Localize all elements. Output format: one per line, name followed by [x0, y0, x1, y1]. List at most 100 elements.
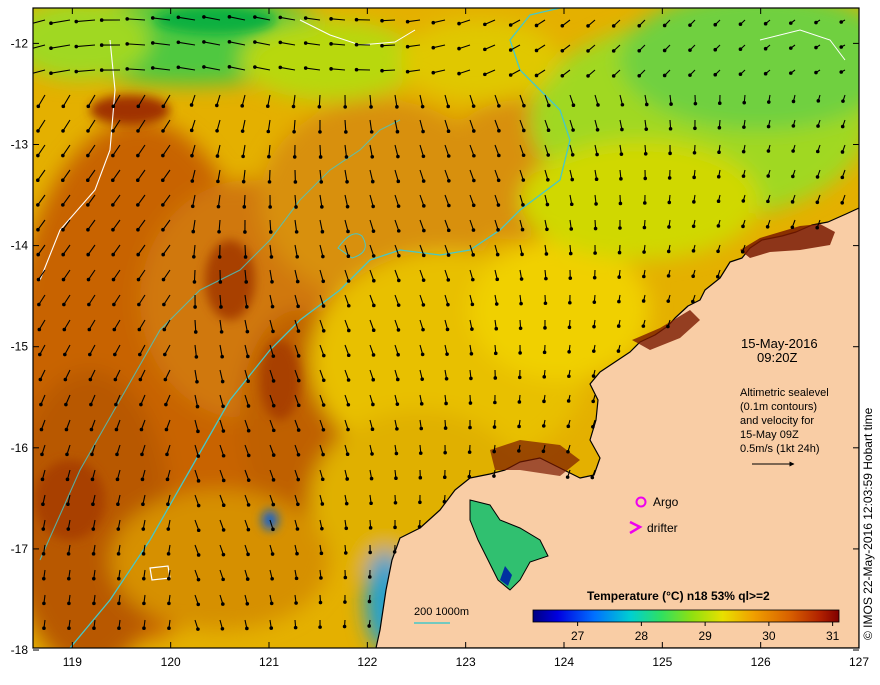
velocity-arrow-head-250 — [521, 203, 525, 207]
velocity-arrow-head-509 — [297, 453, 301, 457]
velocity-arrow-head-550 — [247, 503, 251, 507]
velocity-arrow-head-278 — [397, 229, 401, 233]
velocity-arrow-head-383 — [113, 328, 117, 332]
velocity-arrow-head-241 — [294, 205, 298, 209]
velocity-arrow-head-118 — [522, 104, 526, 108]
velocity-arrow-head-242 — [320, 205, 324, 209]
velocity-arrow-head-344 — [520, 277, 524, 281]
velocity-arrow-head-325 — [37, 278, 41, 282]
velocity-arrow-head-562 — [116, 527, 120, 531]
velocity-arrow-head-492 — [444, 426, 448, 430]
velocity-arrow-head-132 — [36, 129, 40, 133]
velocity-arrow-head-82 — [431, 71, 435, 75]
velocity-arrow-head-171 — [190, 154, 194, 158]
velocity-arrow-head-566 — [222, 528, 226, 532]
velocity-arrow-head-68 — [74, 70, 78, 74]
velocity-arrow-head-331 — [193, 280, 197, 284]
velocity-arrow-head-473 — [542, 400, 546, 404]
velocity-arrow-head-129 — [792, 100, 796, 104]
velocity-arrow-head-223 — [668, 176, 672, 180]
velocity-arrow-head-604 — [42, 602, 46, 606]
velocity-arrow-head-38 — [151, 41, 155, 45]
velocity-arrow-head-74 — [228, 65, 232, 69]
velocity-arrow-head-70 — [125, 67, 129, 71]
velocity-arrow-head-263 — [840, 201, 844, 205]
velocity-arrow-head-576 — [67, 552, 71, 556]
velocity-arrow-head-459 — [196, 405, 200, 409]
velocity-arrow-head-283 — [521, 228, 525, 232]
velocity-arrow-head-216 — [497, 178, 501, 182]
velocity-arrow-head-206 — [242, 180, 246, 184]
velocity-arrow-head-371 — [495, 302, 499, 306]
velocity-arrow-head-300 — [136, 253, 140, 257]
velocity-arrow-head-43 — [278, 41, 282, 45]
velocity-arrow-head-583 — [246, 553, 250, 557]
velocity-arrow-head-190 — [668, 152, 672, 156]
velocity-arrow-head-394 — [397, 328, 401, 332]
velocity-arrow-head-30 — [789, 21, 793, 25]
velocity-arrow-head-575 — [42, 552, 46, 556]
velocity-arrow-head-474 — [567, 399, 571, 403]
velocity-arrow-head-483 — [222, 429, 226, 433]
velocity-arrow-head-345 — [544, 277, 548, 281]
velocity-arrow-head-611 — [221, 602, 225, 606]
velocity-arrow-head-128 — [767, 100, 771, 104]
velocity-arrow-head-144 — [344, 130, 348, 134]
velocity-arrow-head-65 — [839, 45, 843, 49]
velocity-arrow-head-143 — [318, 130, 322, 134]
velocity-arrow-head-433 — [114, 378, 118, 382]
colorbar-tick-label-0: 27 — [571, 629, 585, 643]
velocity-arrow-head-210 — [345, 180, 349, 184]
velocity-arrow-head-277 — [372, 229, 376, 233]
velocity-arrow-head-547 — [166, 502, 170, 506]
velocity-arrow-head-46 — [355, 43, 359, 47]
velocity-arrow-head-276 — [346, 230, 350, 234]
velocity-arrow-head-134 — [86, 129, 90, 133]
velocity-arrow-head-365 — [347, 304, 351, 308]
velocity-arrow-head-2 — [74, 20, 78, 24]
velocity-arrow-head-340 — [422, 278, 426, 282]
velocity-arrow-head-201 — [111, 178, 115, 182]
velocity-arrow-head-489 — [371, 427, 375, 431]
velocity-arrow-head-354 — [62, 303, 66, 307]
velocity-arrow-head-0 — [24, 23, 28, 27]
y-tick-label-0: -12 — [11, 36, 29, 50]
velocity-arrow-head-385 — [163, 328, 167, 332]
velocity-arrow-head-563 — [141, 527, 145, 531]
velocity-arrow-head-61 — [739, 47, 743, 51]
velocity-arrow-head-226 — [742, 174, 746, 178]
velocity-arrow-head-392 — [347, 329, 351, 333]
velocity-arrow-head-76 — [278, 66, 282, 70]
velocity-info-line-0: Altimetric sealevel — [740, 387, 829, 399]
velocity-arrow-head-19 — [509, 23, 513, 27]
velocity-arrow-head-167 — [86, 154, 90, 158]
velocity-arrow-head-39 — [177, 40, 181, 44]
velocity-arrow-head-59 — [688, 48, 692, 52]
velocity-arrow-head-529 — [247, 478, 251, 482]
velocity-arrow-head-527 — [197, 479, 201, 483]
velocity-arrow-head-555 — [369, 501, 373, 505]
velocity-arrow-head-246 — [422, 204, 426, 208]
velocity-arrow-head-258 — [717, 199, 721, 203]
velocity-arrow-head-471 — [493, 401, 497, 405]
isobath-label: 200 1000m — [414, 606, 469, 618]
velocity-arrow-head-209 — [319, 180, 323, 184]
velocity-arrow-head-282 — [496, 228, 500, 232]
velocity-arrow-head-521 — [41, 478, 45, 482]
velocity-arrow-head-330 — [162, 278, 166, 282]
velocity-arrow-head-455 — [89, 403, 93, 407]
velocity-info-line-1: (0.1m contours) — [740, 401, 817, 413]
velocity-arrow-head-3 — [100, 18, 104, 22]
velocity-arrow-head-91 — [663, 74, 667, 78]
velocity-arrow-head-587 — [344, 551, 348, 555]
velocity-arrow-head-12 — [329, 17, 333, 21]
velocity-arrow-head-425 — [518, 351, 522, 355]
velocity-arrow-head-322 — [692, 249, 696, 253]
velocity-arrow-head-379 — [691, 300, 695, 304]
velocity-arrow-head-578 — [117, 552, 121, 556]
velocity-arrow-head-535 — [394, 476, 398, 480]
y-tick-label-3: -15 — [11, 340, 29, 354]
velocity-arrow-head-546 — [141, 502, 145, 506]
velocity-arrow-head-302 — [192, 255, 196, 259]
velocity-arrow-head-200 — [86, 178, 90, 182]
